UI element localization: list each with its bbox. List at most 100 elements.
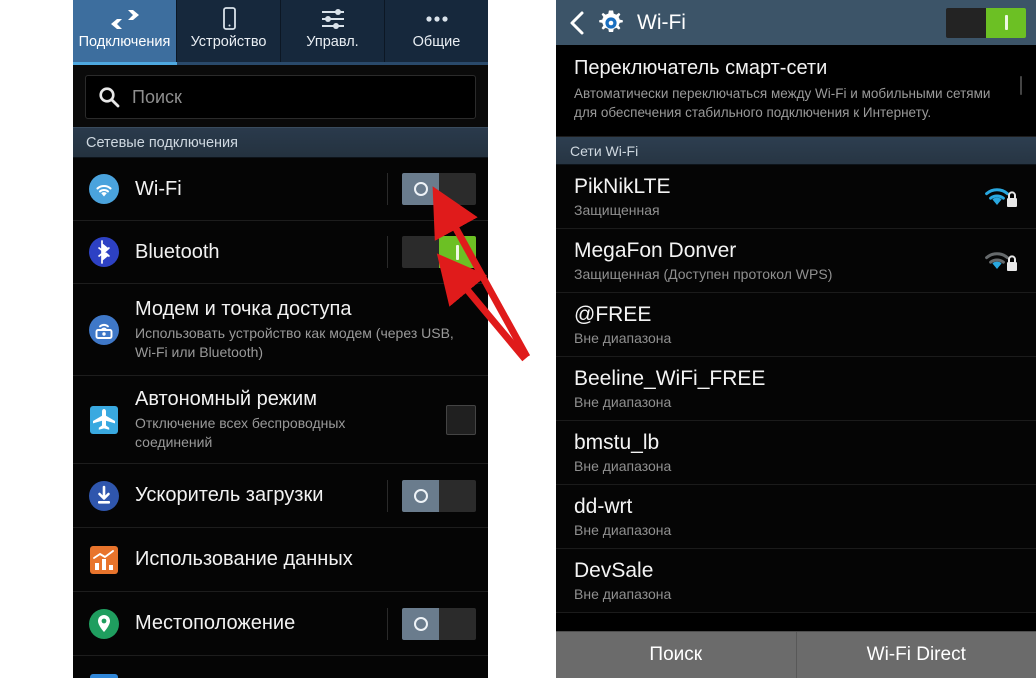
tab-indicator	[73, 62, 488, 65]
more-dots-icon	[422, 5, 452, 33]
screenshot-stage: Подключения Устройство Управл. Общие Пои…	[0, 0, 1036, 678]
location-toggle-knob	[402, 607, 439, 640]
network-text: dd-wrt Вне диапазона	[574, 495, 1020, 538]
network-status: Вне диапазона	[574, 586, 672, 603]
data-usage-icon	[87, 544, 121, 576]
row-wifi-text: Wi-Fi	[135, 178, 377, 201]
device-phone-icon	[216, 5, 242, 33]
settings-tabbar: Подключения Устройство Управл. Общие	[73, 0, 488, 62]
row-other-networks[interactable]: Другие сети	[73, 656, 488, 678]
power-off-glyph-icon	[413, 182, 428, 196]
wifi-header-title: Wi-Fi	[637, 10, 686, 34]
tab-general[interactable]: Общие	[385, 0, 488, 62]
network-text: bmstu_lb Вне диапазона	[574, 431, 1020, 474]
row-airplane-mode[interactable]: Автономный режим Отключение всех беспров…	[73, 376, 488, 464]
wifi-master-toggle-knob	[986, 7, 1026, 38]
tethering-hotspot-icon	[87, 314, 121, 346]
network-status: Вне диапазона	[574, 330, 672, 347]
smart-switch-checkbox[interactable]	[1020, 57, 1022, 95]
booster-toggle-empty	[439, 479, 476, 512]
row-data-usage[interactable]: Использование данных	[73, 528, 488, 592]
row-tethering[interactable]: Модем и точка доступа Использовать устро…	[73, 284, 488, 376]
tab-general-label: Общие	[412, 34, 461, 50]
back-chevron-icon[interactable]	[568, 10, 586, 36]
gear-icon[interactable]	[596, 8, 626, 38]
airplane-mode-checkbox-box	[446, 404, 476, 435]
wifi-signal-secured-icon	[982, 182, 1020, 212]
tab-device[interactable]: Устройство	[177, 0, 281, 62]
network-row-bmstu[interactable]: bmstu_lb Вне диапазона	[556, 421, 1036, 486]
download-booster-toggle[interactable]	[387, 479, 476, 512]
network-row-megafon[interactable]: MegaFon Donver Защищенная (Доступен прот…	[556, 229, 1036, 294]
other-networks-icon	[87, 672, 121, 678]
bluetooth-toggle-empty	[402, 236, 439, 268]
network-row-piknik[interactable]: PikNikLTE Защищенная	[556, 165, 1036, 230]
network-text: @FREE Вне диапазона	[574, 303, 1020, 346]
tab-controls-label: Управл.	[306, 34, 359, 50]
row-bluetooth-text: Bluetooth	[135, 241, 377, 264]
booster-toggle-track	[402, 479, 476, 512]
power-on-glyph-icon	[456, 244, 459, 260]
row-wifi-title: Wi-Fi	[135, 177, 182, 200]
power-off-glyph-icon	[413, 488, 428, 503]
search-input[interactable]: Поиск	[85, 75, 476, 119]
row-download-booster[interactable]: Ускоритель загрузки	[73, 464, 488, 528]
bluetooth-icon	[87, 236, 121, 268]
tab-indicator-seg	[384, 62, 488, 65]
power-off-glyph-icon	[413, 616, 428, 631]
row-bluetooth[interactable]: Bluetooth	[73, 221, 488, 284]
wifi-bottom-bar: Поиск Wi-Fi Direct	[556, 631, 1036, 678]
airplane-mode-checkbox[interactable]	[432, 404, 476, 435]
network-row-free[interactable]: @FREE Вне диапазона	[556, 293, 1036, 358]
scan-button[interactable]: Поиск	[556, 632, 797, 678]
section-header-network-connections: Сетевые подключения	[73, 127, 488, 158]
wifi-direct-button[interactable]: Wi-Fi Direct	[797, 632, 1036, 678]
network-row-devsale[interactable]: DevSale Вне диапазона	[556, 549, 1036, 614]
wifi-header: Wi-Fi	[556, 0, 1036, 45]
row-location-text: Местоположение	[135, 612, 377, 635]
row-tethering-text: Модем и точка доступа Использовать устро…	[135, 298, 476, 360]
smart-switch-title: Переключатель смарт-сети	[574, 57, 828, 79]
tab-indicator-seg	[281, 62, 385, 65]
smart-switch-checkbox-box	[1020, 76, 1022, 95]
network-text: PikNikLTE Защищенная	[574, 175, 974, 218]
bluetooth-toggle-track	[402, 236, 476, 268]
controls-sliders-icon	[319, 5, 347, 33]
search-icon	[98, 86, 120, 108]
wifi-settings-panel: Wi-Fi Переключатель смарт-сети Автоматич…	[556, 0, 1036, 678]
location-toggle[interactable]	[387, 607, 476, 640]
wifi-master-toggle[interactable]	[946, 7, 1026, 38]
network-name: dd-wrt	[574, 495, 633, 519]
network-name: DevSale	[574, 559, 654, 583]
search-placeholder: Поиск	[132, 86, 182, 107]
wifi-signal-weak-secured-icon	[982, 246, 1020, 276]
row-location[interactable]: Местоположение	[73, 592, 488, 656]
tab-device-label: Устройство	[190, 34, 267, 50]
row-wifi[interactable]: Wi-Fi	[73, 158, 488, 221]
tab-controls[interactable]: Управл.	[281, 0, 385, 62]
row-airplane-text: Автономный режим Отключение всех беспров…	[135, 388, 422, 450]
row-booster-text: Ускоритель загрузки	[135, 484, 377, 507]
wifi-toggle-empty	[439, 173, 476, 205]
tab-indicator-seg	[177, 62, 281, 65]
row-location-title: Местоположение	[135, 612, 296, 634]
tab-connections[interactable]: Подключения	[73, 0, 177, 62]
wifi-toggle[interactable]	[387, 173, 476, 205]
network-status: Вне диапазона	[574, 394, 672, 411]
section-header-label: Сетевые подключения	[86, 134, 238, 151]
network-row-beeline[interactable]: Beeline_WiFi_FREE Вне диапазона	[556, 357, 1036, 422]
network-name: PikNikLTE	[574, 175, 671, 199]
smart-network-switch-row[interactable]: Переключатель смарт-сети Автоматически п…	[556, 45, 1036, 138]
network-status: Вне диапазона	[574, 458, 672, 475]
power-on-glyph-icon	[1004, 15, 1008, 30]
network-status: Вне диапазона	[574, 522, 672, 539]
network-row-ddwrt[interactable]: dd-wrt Вне диапазона	[556, 485, 1036, 550]
network-text: Beeline_WiFi_FREE Вне диапазона	[574, 367, 1020, 410]
wifi-networks-header: Сети Wi-Fi	[556, 137, 1036, 166]
network-name: MegaFon Donver	[574, 239, 737, 263]
network-name: @FREE	[574, 303, 652, 327]
download-booster-icon	[87, 480, 121, 512]
connections-arrows-icon	[110, 5, 140, 33]
bluetooth-toggle[interactable]	[387, 236, 476, 268]
wifi-master-toggle-empty	[946, 7, 986, 38]
